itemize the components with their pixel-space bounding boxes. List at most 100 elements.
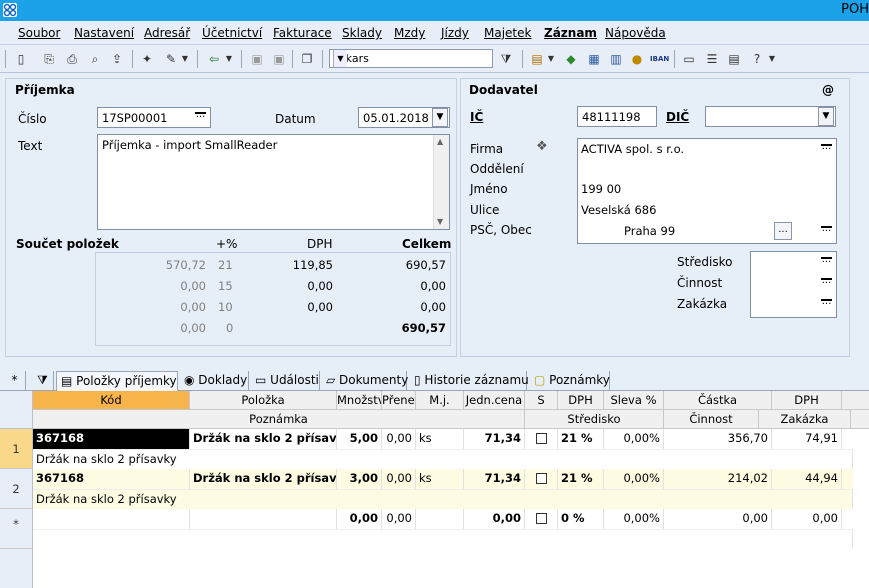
menu-jizdy[interactable]: Jízdy <box>441 26 469 40</box>
datum-dropdown-icon[interactable]: ▼ <box>432 108 448 127</box>
col-header-dph[interactable]: DPH <box>558 391 604 410</box>
cell-castka[interactable]: 356,70 <box>664 429 772 449</box>
table-row[interactable]: 367168 Držák na sklo 2 přísavky 5,00 0,0… <box>33 429 853 469</box>
cell-prenes[interactable]: 0,00 <box>382 469 416 489</box>
cell-cena[interactable]: 71,34 <box>464 429 525 449</box>
cell-mnozstvi[interactable]: 5,00 <box>337 429 382 449</box>
tab-historie-zaznamu[interactable]: ▯ Historie záznamu <box>410 371 529 391</box>
text-scrollbar[interactable]: ▲ ▼ <box>433 135 449 229</box>
print-preview-icon[interactable]: ⌕ <box>86 50 104 68</box>
tab-polozky-prijemky[interactable]: ▤ Položky příjemky <box>56 371 178 391</box>
cell-s[interactable] <box>525 469 558 489</box>
iban-icon[interactable]: IBAN <box>650 50 669 68</box>
document-icon[interactable]: ❐ <box>298 50 316 68</box>
print-icon[interactable]: ⎙ <box>63 50 81 68</box>
row-indicator[interactable]: 1 <box>0 429 33 469</box>
tab-star[interactable]: * <box>4 371 26 391</box>
filter-combo-dropdown-icon[interactable]: ▼ <box>333 50 347 67</box>
zakazka-select-icon[interactable]: ··· <box>819 295 834 313</box>
cell-castka[interactable]: 214,02 <box>664 469 772 489</box>
obec-select-icon[interactable]: ··· <box>819 222 834 240</box>
cell-mj[interactable]: ks <box>416 429 464 449</box>
pin-icon[interactable]: ▯ <box>12 50 30 68</box>
cinnost-select-icon[interactable]: ··· <box>819 274 834 292</box>
ic-label[interactable]: IČ <box>470 110 483 124</box>
back-dropdown-icon[interactable]: ▼ <box>224 50 234 68</box>
obec-browse-icon[interactable]: ... <box>774 222 792 240</box>
col-header-mj[interactable]: M.j. <box>416 391 464 410</box>
save-icon[interactable]: ▣ <box>248 50 266 68</box>
col-header-poznamka[interactable]: Poznámka <box>33 410 525 429</box>
copy-icon[interactable]: ⎘ <box>40 50 58 68</box>
brush-dropdown-icon[interactable]: ▼ <box>180 50 190 68</box>
dic-label[interactable]: DIČ <box>666 110 689 124</box>
cell-poznamka[interactable]: Držák na sklo 2 přísavky <box>33 489 853 509</box>
col-header-zakazka[interactable]: Zakázka <box>759 410 851 429</box>
cell-dph-amount[interactable]: 74,91 <box>772 429 842 449</box>
menu-fakturace[interactable]: Fakturace <box>273 26 332 40</box>
cell-mj[interactable]: ks <box>416 469 464 489</box>
notes-icon[interactable]: ▤ <box>725 50 743 68</box>
export-icon[interactable]: ⇪ <box>108 50 126 68</box>
menu-napoveda[interactable]: Nápověda <box>605 26 666 40</box>
ic-input[interactable]: 48111198 <box>577 106 657 127</box>
cell-polozka[interactable] <box>190 509 337 529</box>
menu-mzdy[interactable]: Mzdy <box>394 26 425 40</box>
calendar-icon[interactable]: ▦ <box>585 50 603 68</box>
firma-select-icon[interactable]: ··· <box>819 140 834 158</box>
cell-castka[interactable]: 0,00 <box>664 509 772 529</box>
row-indicator-new[interactable]: * <box>0 509 33 549</box>
cell-sleva[interactable]: 0,00% <box>604 429 664 449</box>
cell-sleva[interactable]: 0,00% <box>604 469 664 489</box>
col-header-sleva[interactable]: Sleva % <box>604 391 664 410</box>
col-header-dph-amount[interactable]: DPH <box>772 391 842 410</box>
cell-polozka[interactable]: Držák na sklo 2 přísavky <box>190 429 337 449</box>
col-header-castka[interactable]: Částka <box>664 391 772 410</box>
cell-dph-amount[interactable]: 0,00 <box>772 509 842 529</box>
cell-poznamka[interactable]: Držák na sklo 2 přísavky <box>33 449 853 469</box>
menu-adresar[interactable]: Adresář <box>144 26 190 40</box>
table-row[interactable]: 367168 Držák na sklo 2 přísavky 3,00 0,0… <box>33 469 853 509</box>
cell-cena[interactable]: 0,00 <box>464 509 525 529</box>
text-textarea[interactable]: Příjemka - import SmallReader <box>97 134 450 230</box>
table-row-new[interactable]: 0,00 0,00 0,00 0 % 0,00% 0,00 0,00 <box>33 509 853 549</box>
cell-poznamka[interactable] <box>33 529 853 549</box>
tab-udalosti[interactable]: ▭ Události <box>251 371 320 391</box>
cell-kod[interactable]: 367168 <box>33 469 190 489</box>
cell-polozka[interactable]: Držák na sklo 2 přísavky <box>190 469 337 489</box>
back-arrow-icon[interactable]: ⇦ <box>205 50 223 68</box>
save-all-icon[interactable]: ▣ <box>270 50 288 68</box>
col-header-stredisko[interactable]: Středisko <box>525 410 664 429</box>
col-header-prenes[interactable]: Přenes <box>382 391 416 410</box>
menu-ucetnictvi[interactable]: Účetnictví <box>202 26 262 40</box>
cell-cena[interactable]: 71,34 <box>464 469 525 489</box>
calculator-icon[interactable]: ▥ <box>607 50 625 68</box>
tab-doklady[interactable]: ◉ Doklady <box>180 371 249 391</box>
cell-s[interactable] <box>525 429 558 449</box>
dic-input[interactable] <box>705 106 836 127</box>
s-checkbox[interactable] <box>535 473 547 484</box>
cell-kod[interactable] <box>33 509 190 529</box>
coins-icon[interactable]: ● <box>628 50 646 68</box>
menu-soubor[interactable]: Soubor <box>18 26 60 40</box>
brush-icon[interactable]: ✎ <box>162 50 180 68</box>
cell-dph[interactable]: 21 % <box>558 469 604 489</box>
obec-value[interactable]: Praha 99 <box>624 224 675 238</box>
col-header-kod[interactable]: Kód <box>33 391 190 410</box>
cell-dph[interactable]: 0 % <box>558 509 604 529</box>
col-header-mnozstvi[interactable]: Množství <box>337 391 382 410</box>
cell-prenes[interactable]: 0,00 <box>382 429 416 449</box>
cell-mnozstvi[interactable]: 0,00 <box>337 509 382 529</box>
menu-nastaveni[interactable]: Nastavení <box>74 26 134 40</box>
tab-filter-icon[interactable]: ⧩ <box>32 371 54 391</box>
money-icon[interactable]: ◆ <box>562 50 580 68</box>
scroll-up-icon[interactable]: ▲ <box>437 137 443 146</box>
menu-zaznam[interactable]: Záznam <box>544 26 597 40</box>
help-dropdown-icon[interactable]: ▼ <box>767 50 777 68</box>
address-book-icon[interactable]: ❖ <box>536 139 548 154</box>
filter-icon[interactable]: ⧩ <box>497 50 515 68</box>
scroll-down-icon[interactable]: ▼ <box>437 217 443 226</box>
menu-sklady[interactable]: Sklady <box>342 26 382 40</box>
row-indicator[interactable]: 2 <box>0 469 33 509</box>
new-record-icon[interactable]: ✦ <box>138 50 156 68</box>
